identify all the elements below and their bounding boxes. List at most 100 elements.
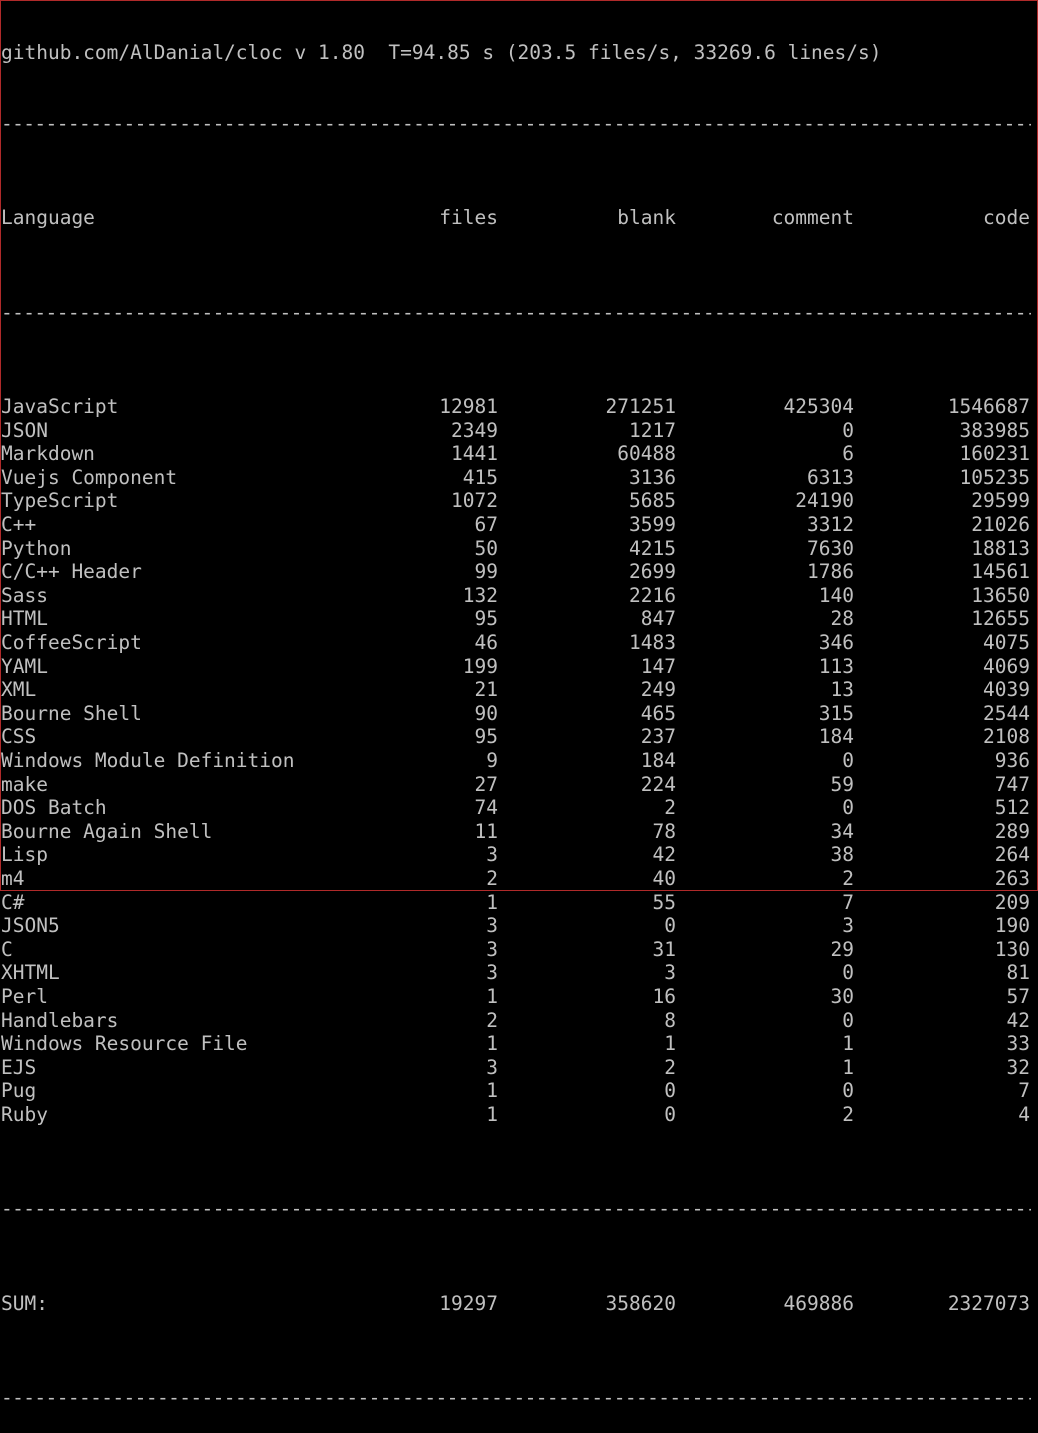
cell-files: 27 xyxy=(474,772,498,796)
cell-comment: 6 xyxy=(842,442,854,466)
cell-code: 57 xyxy=(1006,984,1030,1008)
cell-comment: 24190 xyxy=(795,489,854,513)
cell-blank: 237 xyxy=(640,725,676,749)
cell-language: TypeScript xyxy=(1,489,119,513)
cell-files: 2349 xyxy=(451,418,498,442)
console-output[interactable]: github.com/AlDanial/cloc v 1.80 T=94.85 … xyxy=(1,0,1031,1433)
cell-language: Vuejs Component xyxy=(1,465,178,489)
cell-blank: 271251 xyxy=(605,395,676,419)
cell-blank: 2 xyxy=(664,1055,676,1079)
cell-blank: 3599 xyxy=(629,513,676,537)
cell-code: 42 xyxy=(1006,1008,1030,1032)
cell-code: 289 xyxy=(994,819,1030,843)
column-header-files: files xyxy=(439,206,498,230)
cell-language: C/C++ Header xyxy=(1,560,142,584)
cell-files: 3 xyxy=(486,937,498,961)
cell-files: 50 xyxy=(474,536,498,560)
column-header-language: Language xyxy=(1,206,95,230)
cell-comment: 346 xyxy=(818,631,854,655)
cell-language: Lisp xyxy=(1,843,48,867)
table-row: JSON 2349 1217 0 383985 xyxy=(1,419,1031,443)
sum-code: 2327073 xyxy=(947,1291,1030,1315)
cell-comment: 315 xyxy=(818,701,854,725)
cell-language: EJS xyxy=(1,1055,37,1079)
cell-comment: 425304 xyxy=(783,395,854,419)
cell-blank: 3136 xyxy=(629,465,676,489)
cell-blank: 31 xyxy=(652,937,676,961)
table-row: C/C++ Header 99 2699 1786 14561 xyxy=(1,560,1031,584)
cell-files: 21 xyxy=(474,678,498,702)
cell-blank: 2 xyxy=(664,796,676,820)
cell-code: 7 xyxy=(1018,1079,1030,1103)
cell-blank: 60488 xyxy=(617,442,676,466)
cell-blank: 0 xyxy=(664,1102,676,1126)
table-row: XML 21 249 13 4039 xyxy=(1,678,1031,702)
cell-comment: 1786 xyxy=(807,560,854,584)
cell-code: 33 xyxy=(1006,1032,1030,1056)
cell-files: 95 xyxy=(474,725,498,749)
table-row: Vuejs Component 415 3136 6313 105235 xyxy=(1,466,1031,490)
separator-line: ----------------------------------------… xyxy=(1,1386,1031,1410)
cell-code: 383985 xyxy=(959,418,1030,442)
cell-language: HTML xyxy=(1,607,48,631)
table-row: Handlebars 2 8 0 42 xyxy=(1,1009,1031,1033)
cell-language: Markdown xyxy=(1,442,95,466)
table-row: DOS Batch 74 2 0 512 xyxy=(1,796,1031,820)
cloc-summary-line: github.com/AlDanial/cloc v 1.80 T=94.85 … xyxy=(1,41,882,65)
table-row: Python 50 4215 7630 18813 xyxy=(1,537,1031,561)
cell-code: 81 xyxy=(1006,961,1030,985)
table-row: XHTML 3 3 0 81 xyxy=(1,961,1031,985)
table-row: m4 2 40 2 263 xyxy=(1,867,1031,891)
separator-line: ----------------------------------------… xyxy=(1,300,1031,324)
cell-language: Ruby xyxy=(1,1102,48,1126)
cell-files: 3 xyxy=(486,914,498,938)
cell-comment: 30 xyxy=(830,984,854,1008)
cell-language: JavaScript xyxy=(1,395,119,419)
cell-comment: 0 xyxy=(842,1008,854,1032)
cell-comment: 0 xyxy=(842,961,854,985)
cell-comment: 59 xyxy=(830,772,854,796)
cell-comment: 0 xyxy=(842,749,854,772)
column-header-comment: comment xyxy=(771,206,854,230)
table-row: EJS 3 2 1 32 xyxy=(1,1056,1031,1080)
table-row: Perl 1 16 30 57 xyxy=(1,985,1031,1009)
cell-comment: 140 xyxy=(818,583,854,607)
cell-code: 160231 xyxy=(959,442,1030,466)
cell-comment: 28 xyxy=(830,607,854,631)
cell-comment: 7630 xyxy=(807,536,854,560)
cell-comment: 0 xyxy=(842,418,854,442)
table-row: Markdown 1441 60488 6 160231 xyxy=(1,442,1031,466)
cell-code: 209 xyxy=(994,890,1030,914)
cell-code: 4069 xyxy=(983,654,1030,678)
separator-line: ----------------------------------------… xyxy=(1,1197,1031,1221)
cell-files: 1 xyxy=(486,984,498,1008)
table-row: Windows Module Definition 9 184 0 936 xyxy=(1,749,1031,773)
cell-blank: 0 xyxy=(664,1079,676,1103)
cell-code: 4 xyxy=(1018,1102,1030,1126)
cell-files: 3 xyxy=(486,1055,498,1079)
cell-blank: 3 xyxy=(664,961,676,985)
cell-files: 67 xyxy=(474,513,498,537)
cell-language: Perl xyxy=(1,984,48,1008)
cell-blank: 1217 xyxy=(629,418,676,442)
cell-code: 32 xyxy=(1006,1055,1030,1079)
cell-blank: 78 xyxy=(652,819,676,843)
cell-files: 1072 xyxy=(451,489,498,513)
cell-files: 199 xyxy=(462,654,498,678)
cell-comment: 1 xyxy=(842,1055,854,1079)
cell-code: 29599 xyxy=(971,489,1030,513)
cell-code: 2108 xyxy=(983,725,1030,749)
cell-language: Pug xyxy=(1,1079,37,1103)
table-row: YAML 199 147 113 4069 xyxy=(1,655,1031,679)
cell-blank: 5685 xyxy=(629,489,676,513)
table-row: Ruby 1 0 2 4 xyxy=(1,1103,1031,1127)
cell-code: 936 xyxy=(994,749,1030,772)
cell-comment: 38 xyxy=(830,843,854,867)
language-table: JavaScript 12981 271251 425304 1546687 JSON 23… xyxy=(1,395,1031,1126)
cell-blank: 42 xyxy=(652,843,676,867)
cell-files: 74 xyxy=(474,796,498,820)
cell-language: C# xyxy=(1,890,25,914)
cell-blank: 847 xyxy=(640,607,676,631)
cell-language: Windows Resource File xyxy=(1,1032,248,1056)
sum-label: SUM: xyxy=(1,1291,48,1315)
